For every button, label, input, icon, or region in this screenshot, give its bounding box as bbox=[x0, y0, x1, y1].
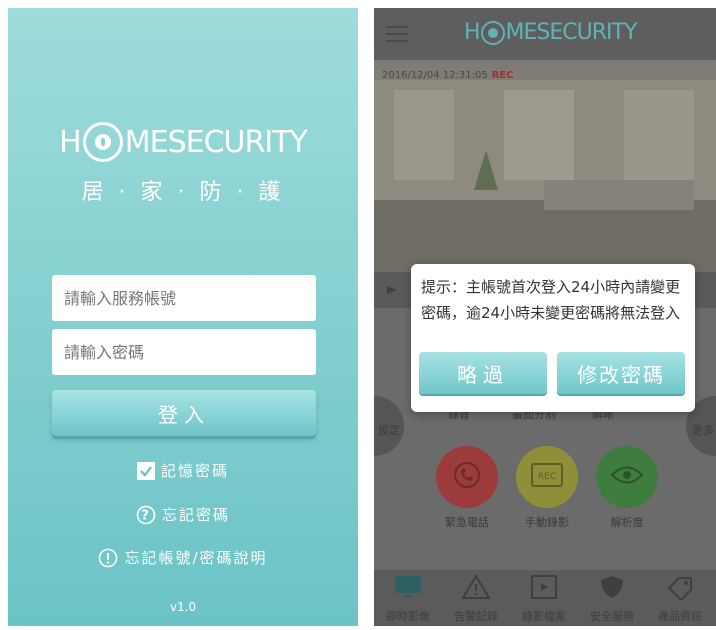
manual-record-button[interactable]: REC bbox=[516, 446, 578, 508]
remember-password-checkbox[interactable]: 記憶密碼 bbox=[8, 460, 358, 481]
settings-label: 設定 bbox=[378, 424, 400, 437]
emergency-call-button[interactable] bbox=[436, 446, 498, 508]
rec-icon: REC bbox=[531, 463, 563, 491]
shield-icon bbox=[601, 576, 623, 598]
home-security-logo: H MESECURITY bbox=[8, 120, 358, 164]
checkbox-checked-icon bbox=[136, 461, 155, 480]
menu-icon[interactable] bbox=[386, 26, 408, 46]
svg-text:REC: REC bbox=[538, 472, 556, 482]
phone-icon bbox=[452, 460, 482, 494]
header-lock-icon bbox=[480, 20, 505, 45]
header-logo-rest: MESECURITY bbox=[505, 20, 638, 45]
slogan: 居 · 家 · 防 · 護 bbox=[81, 180, 285, 205]
password-reminder-dialog: 提示：主帳號首次登入24小時內請變更密碼，逾24小時未變更密碼將無法登入 略過 … bbox=[411, 264, 695, 412]
logo-text-h: H bbox=[59, 124, 82, 160]
app-version: v1.0 bbox=[169, 600, 197, 614]
svg-text:?: ? bbox=[141, 508, 151, 523]
more-label: 更多 bbox=[692, 424, 714, 437]
app-header: H MESECURITY bbox=[374, 8, 716, 60]
manual-record-label: 手動錄影 bbox=[525, 516, 569, 529]
tab-live-video[interactable]: 即時影像 bbox=[374, 574, 442, 624]
resolution-func-label: 解析度 bbox=[610, 516, 644, 529]
video-timestamp: 2016/12/04 12:31:05 REC bbox=[382, 70, 514, 81]
tab-recordings[interactable]: 錄影檔案 bbox=[510, 574, 578, 624]
warning-icon bbox=[461, 574, 491, 599]
question-icon: ? bbox=[136, 505, 156, 525]
header-logo: H MESECURITY bbox=[464, 20, 638, 45]
forgot-password-link[interactable]: ? 忘記密碼 bbox=[8, 504, 358, 525]
rec-indicator: REC bbox=[491, 70, 514, 81]
eye-icon bbox=[610, 464, 644, 490]
login-button[interactable]: 登入 bbox=[52, 390, 316, 436]
tab-product-info[interactable]: 產品資訊 bbox=[646, 574, 714, 624]
dialog-message: 提示：主帳號首次登入24小時內請變更密碼，逾24小時未變更密碼將無法登入 bbox=[421, 278, 681, 322]
password-input[interactable] bbox=[52, 329, 316, 375]
account-input[interactable] bbox=[52, 275, 316, 321]
monitor-icon bbox=[395, 576, 421, 598]
live-video-feed[interactable]: 2016/12/04 12:31:05 REC bbox=[374, 60, 716, 272]
help-label: 忘記帳號/密碼說明 bbox=[124, 549, 268, 567]
emergency-call-label: 緊急電話 bbox=[445, 516, 489, 529]
logo-text-rest: MESECURITY bbox=[124, 124, 308, 160]
bottom-tab-bar: 即時影像 告警記錄 錄影檔案 安全服務 產品資訊 bbox=[374, 570, 716, 626]
play-icon[interactable] bbox=[386, 285, 398, 295]
resolution-button[interactable] bbox=[596, 446, 658, 508]
film-icon bbox=[531, 575, 557, 599]
info-exclamation-icon bbox=[98, 548, 118, 568]
tab-alarm-log[interactable]: 告警記錄 bbox=[442, 574, 510, 624]
login-screen: H MESECURITY 居 · 家 · 防 · 護 登入 記憶密碼 ? 忘記密… bbox=[8, 8, 358, 626]
skip-button[interactable]: 略過 bbox=[419, 352, 547, 394]
app-main-screen: H MESECURITY 2016/12/04 12:31:05 REC 設定 錄… bbox=[374, 8, 716, 626]
forgot-label: 忘記密碼 bbox=[161, 506, 230, 524]
lock-icon bbox=[82, 122, 123, 162]
account-help-link[interactable]: 忘記帳號/密碼說明 bbox=[8, 547, 358, 568]
tab-security-service[interactable]: 安全服務 bbox=[578, 574, 646, 624]
header-logo-h: H bbox=[464, 20, 481, 45]
change-password-button[interactable]: 修改密碼 bbox=[557, 352, 685, 394]
tag-icon bbox=[667, 577, 692, 602]
remember-label: 記憶密碼 bbox=[160, 462, 229, 480]
